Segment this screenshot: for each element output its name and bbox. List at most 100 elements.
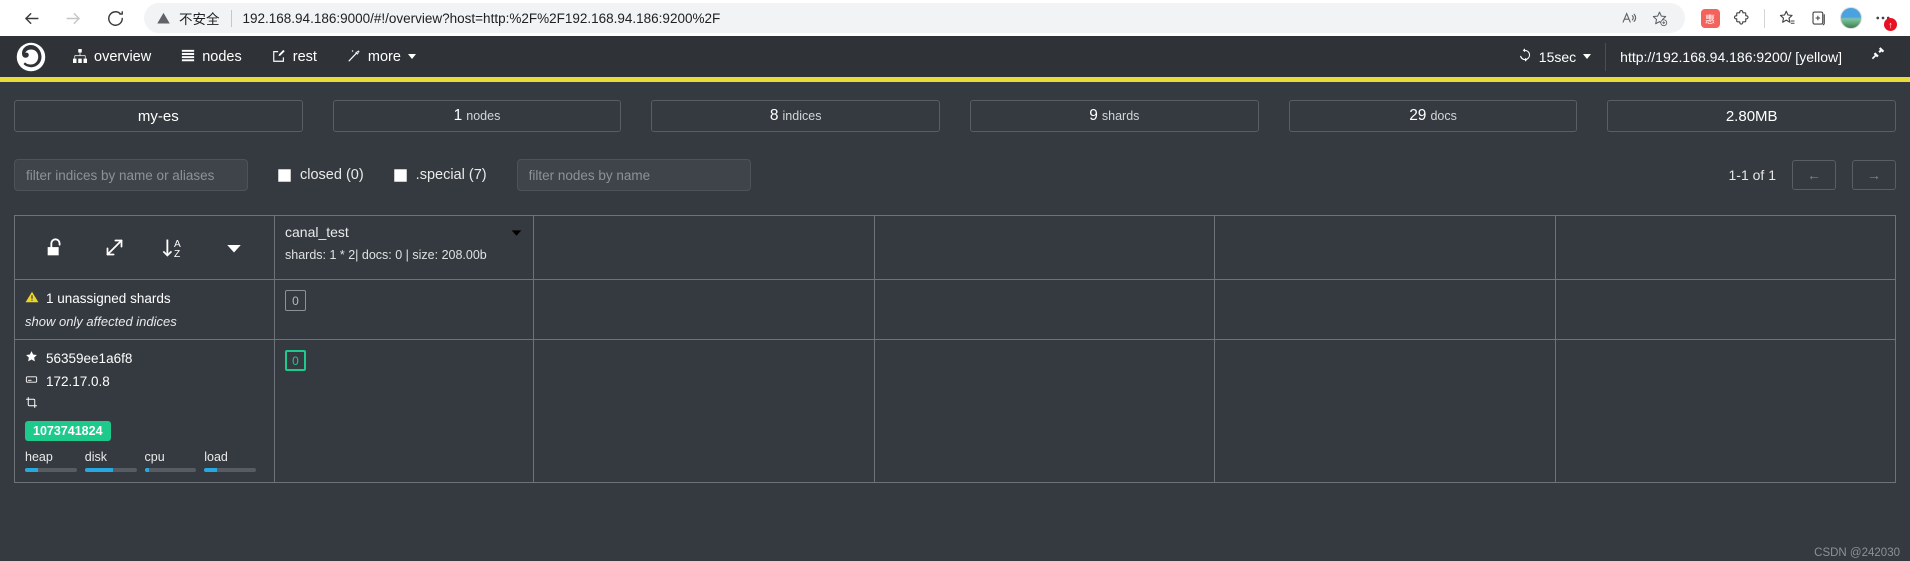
extension-button[interactable]: 惠 [1695, 4, 1725, 32]
node-host: 172.17.0.8 [46, 373, 110, 389]
settings-and-more-button[interactable]: ↑ [1868, 4, 1898, 32]
filter-nodes-input[interactable] [516, 159, 751, 191]
grid-blank-cell [1556, 280, 1896, 339]
extensions-icon [1734, 10, 1749, 25]
index-header-cell[interactable]: canal_test shards: 1 * 2| docs: 0 | size… [275, 216, 534, 279]
metric-load-fill [204, 468, 218, 472]
read-aloud-button[interactable] [1615, 5, 1643, 31]
grid-blank-cell [875, 340, 1215, 482]
collections-icon [1812, 11, 1825, 26]
index-menu-caret-icon[interactable] [510, 226, 523, 244]
pagination-label: 1-1 of 1 [1728, 167, 1776, 183]
previous-page-button[interactable]: ← [1792, 160, 1836, 190]
node-name: 56359ee1a6f8 [46, 350, 133, 366]
size-card: 2.80MB [1607, 100, 1897, 132]
special-filter-checkbox[interactable]: .special (7) [393, 167, 487, 183]
metric-heap-track [25, 468, 77, 472]
docs-count: 29 [1409, 107, 1427, 124]
checkbox-icon [393, 168, 407, 182]
app-navbar: overview nodes rest more 15sec http://19… [0, 36, 1910, 77]
unassigned-count-label: 1 unassigned shards [46, 291, 171, 306]
metric-heap: heap [25, 450, 85, 472]
nav-item-rest[interactable]: rest [259, 43, 330, 71]
nodes-label: nodes [466, 109, 501, 123]
indices-count: 8 [769, 107, 779, 124]
show-affected-indices-link[interactable]: show only affected indices [25, 314, 264, 329]
cluster-host-status[interactable]: http://192.168.94.186:9200/ [yellow] [1605, 42, 1856, 71]
unlock-icon[interactable] [25, 237, 85, 259]
cerebro-logo[interactable] [16, 42, 46, 72]
security-status-text: 不安全 [179, 12, 220, 27]
grid-toolbar: A Z [25, 224, 264, 271]
address-bar[interactable]: 不安全 192.168.94.186:9000/#!/overview?host… [144, 3, 1685, 33]
profile-button[interactable] [1836, 4, 1866, 32]
filter-caret-icon[interactable] [204, 239, 264, 257]
forward-button[interactable] [54, 2, 92, 34]
metric-load: load [204, 450, 264, 472]
shards-card: 9 shards [970, 100, 1259, 132]
expand-arrows-icon[interactable] [85, 237, 145, 258]
indices-label: indices [782, 109, 822, 123]
filters-row: closed (0) .special (7) 1-1 of 1 ← → [14, 159, 1896, 191]
grid-blank-cell [875, 280, 1215, 339]
overview-page: my-es 1 nodes 8 indices 9 shards 29 docs… [0, 82, 1910, 561]
pagination: 1-1 of 1 ← → [1729, 160, 1896, 190]
browser-extension-toolbar: 惠 ↑ [1695, 4, 1898, 32]
chevron-down-icon [407, 54, 416, 59]
unassigned-warning: 1 unassigned shards [25, 290, 264, 307]
heap-size-badge: 1073741824 [25, 421, 111, 441]
cluster-stats-row: my-es 1 nodes 8 indices 9 shards 29 docs… [14, 82, 1897, 132]
arrow-right-icon: → [1867, 167, 1881, 183]
nav-item-more[interactable]: more [334, 43, 429, 71]
reload-icon [107, 10, 123, 26]
unassigned-info-cell: 1 unassigned shards show only affected i… [15, 280, 275, 339]
refresh-interval-label: 15sec [1538, 48, 1577, 65]
shard-badge-unassigned[interactable]: 0 [285, 290, 306, 311]
back-button[interactable] [12, 2, 50, 34]
metric-disk-fill [84, 468, 114, 472]
shard-badge-assigned[interactable]: 0 [285, 350, 306, 371]
nav-item-nodes[interactable]: nodes [168, 43, 255, 71]
plug-disconnect-icon [1871, 47, 1885, 60]
shards-count: 9 [1089, 107, 1098, 124]
metric-heap-label: heap [25, 450, 53, 464]
node-name-line: 56359ee1a6f8 [25, 350, 264, 366]
shard-allocation-grid: A Z canal_test shards: 1 * 2| docs: 0 | … [14, 215, 1896, 483]
read-aloud-icon [1622, 11, 1636, 23]
nav-item-overview[interactable]: overview [60, 43, 164, 71]
grid-blank-cell [1215, 340, 1556, 482]
collections-button[interactable] [1804, 4, 1834, 32]
omnibox-divider [230, 9, 232, 27]
next-page-button[interactable]: → [1852, 160, 1896, 190]
favorites-button[interactable] [1772, 4, 1802, 32]
grid-blank-cell [1556, 216, 1896, 279]
url-text: 192.168.94.186:9000/#!/overview?host=htt… [242, 10, 721, 26]
update-badge: ↑ [1884, 18, 1897, 31]
not-secure-warning-icon [157, 12, 170, 23]
disconnect-button[interactable] [1856, 40, 1894, 73]
filter-indices-input[interactable] [14, 159, 248, 191]
arrow-left-icon: ← [1807, 167, 1821, 183]
metric-disk: disk [84, 450, 145, 472]
grid-blank-cell [1215, 216, 1556, 279]
metric-cpu-fill [144, 468, 149, 472]
reload-button[interactable] [96, 2, 134, 34]
nav-label-overview: overview [94, 48, 152, 65]
refresh-icon [1518, 48, 1532, 65]
grid-blank-cell [1215, 280, 1556, 339]
cluster-name-value: my-es [137, 107, 179, 125]
closed-filter-checkbox[interactable]: closed (0) [278, 167, 364, 183]
svg-text:Z: Z [174, 249, 180, 260]
docs-card: 29 docs [1288, 100, 1578, 132]
node-role-icon [25, 396, 38, 412]
extensions-button[interactable] [1727, 4, 1757, 32]
profile-avatar [1840, 7, 1862, 29]
add-favorite-button[interactable] [1645, 5, 1673, 31]
nav-label-nodes: nodes [202, 48, 242, 65]
list-icon [181, 49, 195, 65]
unassigned-shard-cell: 0 [275, 280, 534, 339]
checkbox-icon [278, 168, 291, 182]
grid-blank-cell [534, 280, 875, 339]
refresh-interval-selector[interactable]: 15sec [1504, 42, 1605, 71]
sort-az-icon[interactable]: A Z [145, 236, 205, 260]
